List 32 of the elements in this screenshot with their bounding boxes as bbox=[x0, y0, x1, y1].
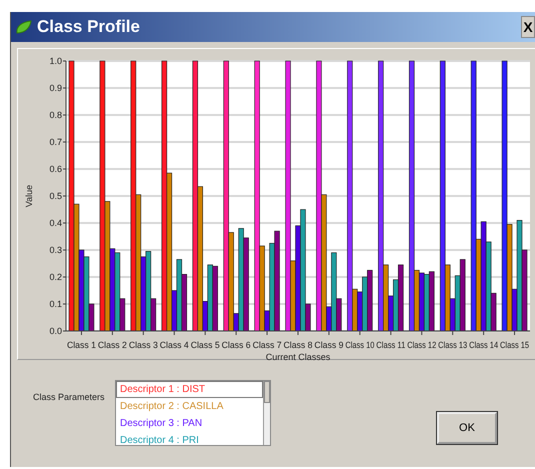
y-tick-label: 0.8 bbox=[49, 110, 62, 120]
y-tick-label: 0.4 bbox=[49, 218, 62, 228]
x-tick-label: Class 15 bbox=[500, 340, 535, 350]
x-tick-label: Class 5 bbox=[190, 340, 221, 350]
scrollbar[interactable] bbox=[263, 381, 270, 445]
x-tick-label: Class 4 bbox=[160, 340, 190, 350]
y-tick-label: 0.5 bbox=[49, 191, 62, 201]
class-parameters-label: Class Parameters bbox=[33, 392, 106, 402]
window-title: Class Profile bbox=[37, 17, 141, 37]
x-tick-label: Class 8 bbox=[284, 340, 314, 350]
parameter-list[interactable]: Descriptor 1 : DIST Descriptor 2 : CASILLA Descriptor 3 : PAN Descriptor 4 : PRI bbox=[115, 380, 271, 446]
list-item[interactable]: Descriptor 1 : DIST bbox=[116, 381, 263, 398]
y-tick-label: 0.2 bbox=[49, 272, 62, 282]
leaf-icon bbox=[15, 19, 33, 35]
x-tick-label: Class 6 bbox=[222, 340, 252, 350]
ok-button[interactable]: OK bbox=[437, 412, 497, 444]
y-tick-label: 0.9 bbox=[49, 83, 62, 93]
y-axis-title: Value bbox=[24, 184, 34, 208]
x-tick-label: Class 9 bbox=[314, 340, 344, 350]
y-tick-label: 0.3 bbox=[49, 245, 62, 255]
y-tick-label: 0.0 bbox=[49, 326, 62, 336]
list-item[interactable]: Descriptor 3 : PAN bbox=[116, 415, 263, 432]
x-tick-label: Class 7 bbox=[252, 340, 283, 350]
y-tick-label: 1.0 bbox=[49, 56, 62, 66]
x-tick-label: Class 2 bbox=[98, 340, 128, 350]
x-axis-title: Current Classes bbox=[266, 352, 330, 361]
y-tick-label: 0.6 bbox=[49, 164, 62, 174]
close-button[interactable]: X bbox=[521, 16, 535, 38]
x-tick-label: Class 1 bbox=[66, 340, 97, 350]
x-tick-label: Class 3 bbox=[128, 340, 159, 350]
y-tick-label: 0.7 bbox=[49, 137, 62, 147]
y-tick-label: 0.1 bbox=[49, 299, 62, 309]
